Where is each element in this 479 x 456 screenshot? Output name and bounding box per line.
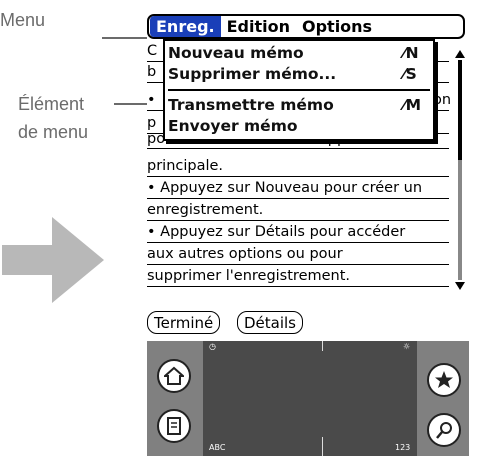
memo-line-fragment: on	[433, 92, 452, 108]
memo-line: supprimer l'enregistrement.	[147, 266, 449, 287]
menu-callout: Menu	[0, 10, 46, 30]
shortcut-n: ⁄N	[403, 44, 419, 62]
enreg-dropdown-menu: Nouveau mémo ⁄N Supprimer mémo... ⁄S Tra…	[163, 39, 435, 141]
memo-line: aux autres options ou pour	[147, 244, 449, 265]
memo-line: enregistrement.	[147, 200, 449, 221]
palm-screen: Enreg. Edition Options Nouveau mémo ⁄N S…	[147, 14, 469, 456]
menu-bar: Enreg. Edition Options	[147, 14, 465, 39]
find-icon[interactable]	[427, 413, 461, 447]
menu-edition[interactable]: Edition	[221, 16, 296, 37]
scroll-down-arrow-icon	[455, 282, 465, 290]
graffiti-area: ◷ ☼ ABC 123	[147, 341, 469, 456]
shortcut-s: ⁄S	[403, 65, 417, 83]
right-arrow-icon	[2, 217, 104, 303]
shortcut-m: ⁄M	[403, 96, 422, 114]
details-button[interactable]: Détails	[237, 311, 304, 334]
menu-icon[interactable]	[157, 409, 191, 443]
num-label: 123	[395, 443, 411, 452]
home-icon[interactable]	[157, 359, 191, 393]
memo-line: • Appuyez sur Nouveau pour créer un	[147, 178, 449, 199]
menu-options[interactable]: Options	[296, 16, 378, 37]
menu-item-nouveau-memo[interactable]: Nouveau mémo	[168, 44, 304, 62]
memo-line: principale.	[147, 156, 449, 177]
menu-item-callout-line1: Élément	[18, 94, 85, 114]
scroll-up-arrow-icon	[455, 50, 465, 58]
menu-item-transmettre-memo[interactable]: Transmettre mémo	[168, 96, 334, 114]
pad-divider	[322, 437, 323, 456]
favorites-icon[interactable]	[427, 363, 461, 397]
menu-item-supprimer-memo[interactable]: Supprimer mémo...	[168, 65, 336, 83]
menu-enreg[interactable]: Enreg.	[150, 16, 221, 37]
done-button[interactable]: Terminé	[147, 311, 221, 334]
pad-divider	[322, 341, 323, 351]
menu-separator	[168, 89, 430, 91]
clock-icon[interactable]: ◷	[209, 342, 216, 351]
menu-item-callout-line2: de menu	[18, 122, 89, 142]
memo-line: • Appuyez sur Détails pour accéder	[147, 222, 449, 243]
menu-item-envoyer-memo[interactable]: Envoyer mémo	[168, 117, 298, 135]
graffiti-writing-pad[interactable]: ◷ ☼ ABC 123	[203, 341, 417, 456]
brightness-icon[interactable]: ☼	[403, 342, 410, 351]
abc-label: ABC	[209, 443, 226, 452]
scrollbar[interactable]	[455, 50, 465, 290]
